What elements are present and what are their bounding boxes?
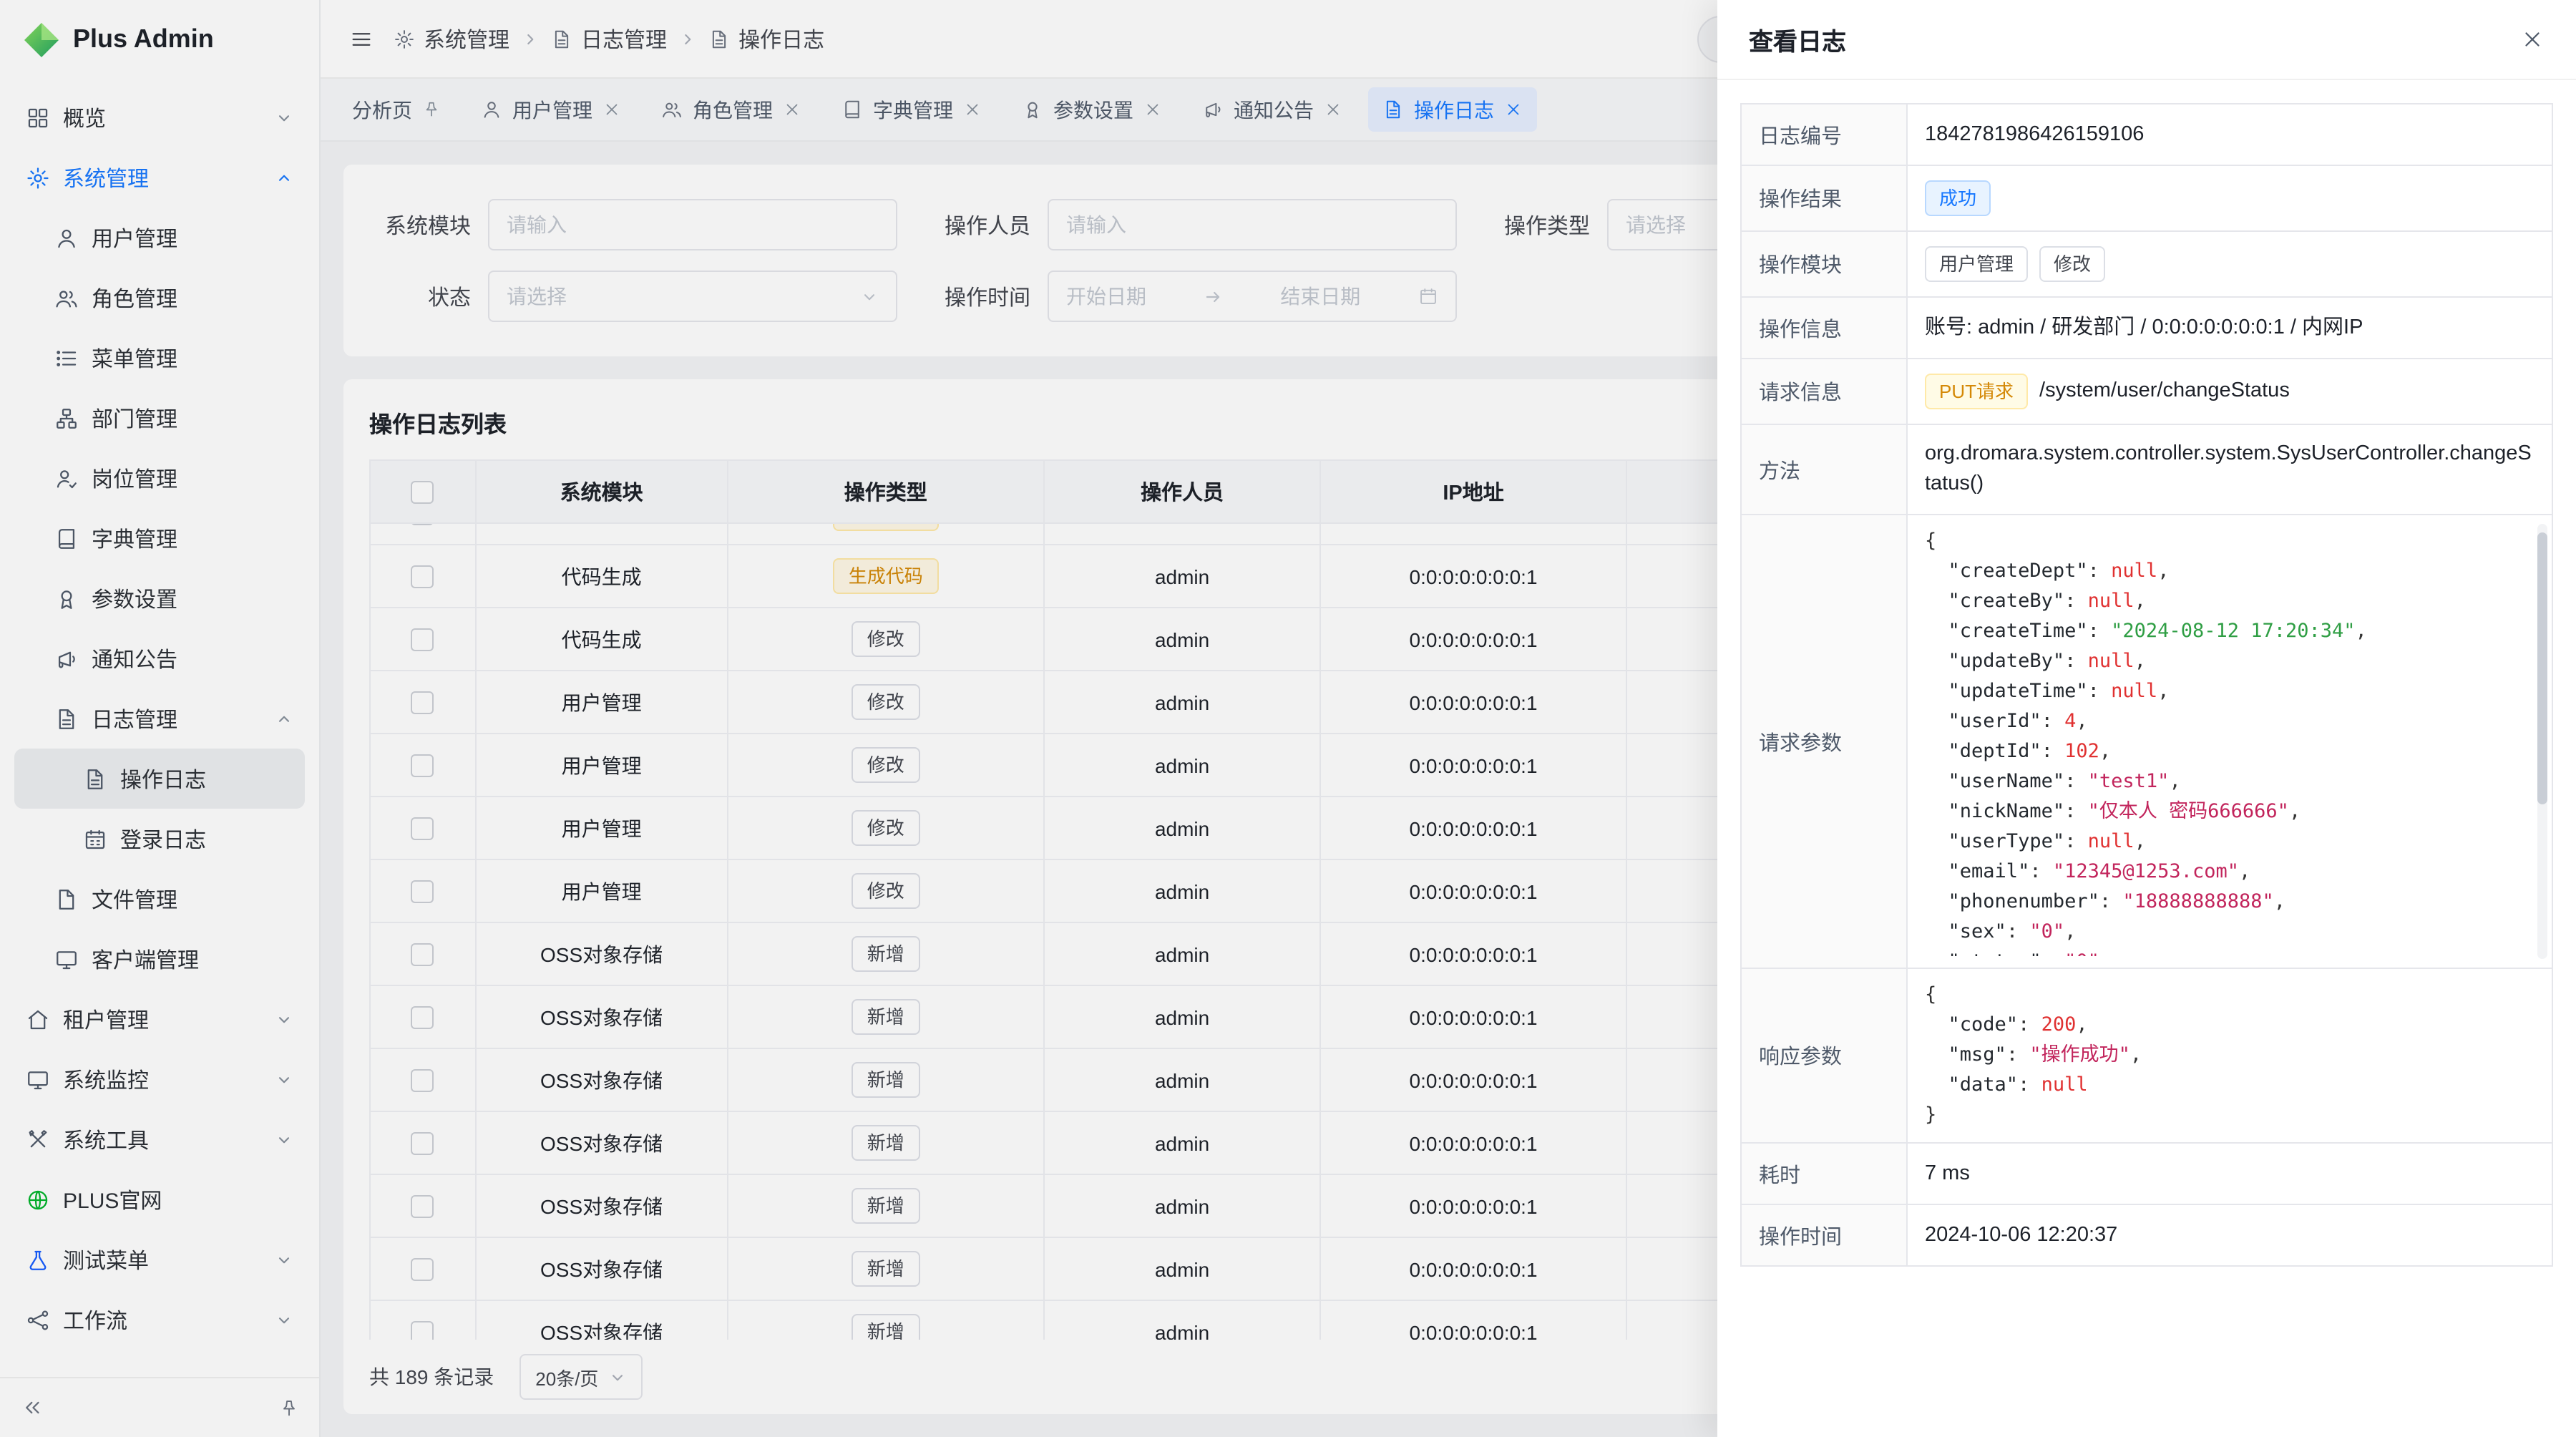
detail-value: 账号: admin / 研发部门 / 0:0:0:0:0:0:0:1 / 内网I… [1925,313,2363,343]
log-detail-table: 日志编号1842781986426159106操作结果成功操作模块用户管理修改操… [1740,103,2553,1267]
detail-row-module: 操作模块用户管理修改 [1742,232,2552,298]
drawer-header: 查看日志 [1717,0,2576,80]
detail-label: 请求参数 [1742,515,1908,968]
detail-row-time: 操作时间 2024-10-06 12:20:37 [1742,1205,2552,1265]
detail-row-response-params: 响应参数{ "code": 200, "msg": "操作成功", "data"… [1742,969,2552,1144]
close-drawer-icon[interactable] [2520,27,2545,52]
drawer-title: 查看日志 [1749,21,1846,57]
detail-label: 操作结果 [1742,166,1908,230]
detail-label: 操作信息 [1742,298,1908,358]
detail-value: 1842781986426159106 [1925,120,2144,150]
status-badge: 成功 [1925,180,1991,216]
detail-label: 响应参数 [1742,969,1908,1142]
detail-row-cost: 耗时 7 ms [1742,1144,2552,1205]
detail-row-log-id: 日志编号 1842781986426159106 [1742,104,2552,166]
json-code-block: { "createDept": null, "createBy": null, … [1925,527,2534,956]
detail-row-result: 操作结果成功 [1742,166,2552,232]
app-root: Plus Admin 概览系统管理用户管理角色管理菜单管理部门管理岗位管理字典管… [0,0,2576,1437]
drawer-body: 日志编号1842781986426159106操作结果成功操作模块用户管理修改操… [1717,80,2576,1437]
detail-label: 方法 [1742,425,1908,514]
http-method-badge: PUT请求 [1925,374,2028,409]
detail-label: 操作模块 [1742,232,1908,296]
detail-label: 日志编号 [1742,104,1908,165]
module-tag: 修改 [2039,246,2105,282]
json-code-block: { "code": 200, "msg": "操作成功", "data": nu… [1925,980,2534,1131]
detail-row-method: 方法 org.dromara.system.controller.system.S… [1742,425,2552,515]
detail-row-request: 请求信息 PUT请求/system/user/changeStatus [1742,359,2552,425]
detail-value: 2024-10-06 12:20:37 [1925,1220,2117,1250]
detail-row-request-params: 请求参数{ "createDept": null, "createBy": nu… [1742,515,2552,969]
detail-label: 请求信息 [1742,359,1908,424]
view-log-drawer: 查看日志 日志编号1842781986426159106操作结果成功操作模块用户… [1717,0,2576,1437]
module-tag: 用户管理 [1925,246,2028,282]
detail-value: org.dromara.system.controller.system.Sys… [1925,439,2534,500]
request-path: /system/user/changeStatus [2039,376,2290,406]
detail-row-info: 操作信息账号: admin / 研发部门 / 0:0:0:0:0:0:0:1 /… [1742,298,2552,359]
detail-label: 耗时 [1742,1144,1908,1204]
code-scrollbar-thumb[interactable] [2537,532,2547,804]
detail-value: 7 ms [1925,1159,1970,1189]
detail-label: 操作时间 [1742,1205,1908,1265]
